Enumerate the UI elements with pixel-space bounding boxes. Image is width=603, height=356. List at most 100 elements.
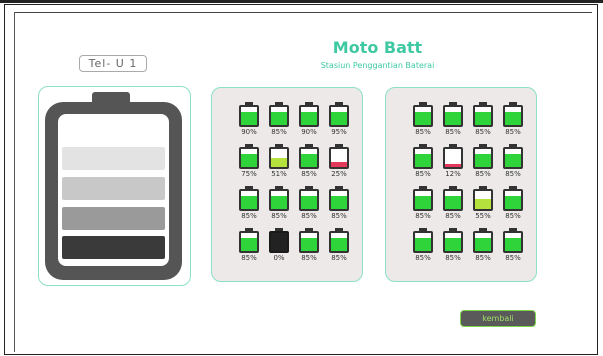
battery-fill (331, 196, 347, 209)
battery-icon (413, 147, 433, 169)
battery-fill (445, 238, 461, 251)
battery-slot[interactable]: 85% (324, 228, 354, 266)
battery-inner (505, 191, 521, 209)
battery-inner (475, 149, 491, 167)
battery-slot[interactable]: 85% (498, 102, 528, 140)
battery-inner (241, 191, 257, 209)
battery-icon (299, 231, 319, 253)
battery-fill (331, 238, 347, 251)
battery-inner (445, 233, 461, 251)
battery-inner (301, 233, 317, 251)
battery-inner (445, 191, 461, 209)
battery-inner (271, 149, 287, 167)
battery-inner (241, 107, 257, 125)
battery-inner (331, 149, 347, 167)
battery-icon (473, 147, 493, 169)
battery-icon (329, 105, 349, 127)
battery-icon (413, 189, 433, 211)
battery-inner (331, 191, 347, 209)
battery-fill (271, 112, 287, 125)
battery-icon (299, 189, 319, 211)
battery-slot[interactable]: 85% (324, 186, 354, 224)
battery-fill (505, 154, 521, 167)
battery-slot[interactable]: 25% (324, 144, 354, 182)
battery-slot[interactable]: 95% (324, 102, 354, 140)
battery-fill (415, 154, 431, 167)
battery-icon (413, 231, 433, 253)
battery-level-bar (62, 147, 165, 170)
battery-level-bar (62, 177, 165, 200)
battery-slot[interactable]: 85% (498, 228, 528, 266)
battery-icon (269, 231, 289, 253)
battery-fill (505, 196, 521, 209)
battery-fill (301, 196, 317, 209)
battery-icon (503, 189, 523, 211)
battery-percentage: 85% (505, 170, 521, 178)
battery-inner (445, 107, 461, 125)
battery-inner (475, 191, 491, 209)
battery-icon (413, 105, 433, 127)
battery-percentage: 25% (331, 170, 347, 178)
back-button[interactable]: kembali (460, 310, 536, 327)
left-divider (14, 12, 15, 352)
battery-inner (505, 149, 521, 167)
battery-fill (301, 238, 317, 251)
battery-fill (475, 154, 491, 167)
battery-icon (269, 105, 289, 127)
battery-icon (329, 189, 349, 211)
battery-inner (331, 107, 347, 125)
battery-fill (241, 238, 257, 251)
battery-percentage: 85% (505, 212, 521, 220)
battery-slot[interactable]: 85% (498, 186, 528, 224)
battery-fill (301, 112, 317, 125)
battery-percentage: 85% (331, 212, 347, 220)
battery-inner (301, 107, 317, 125)
battery-icon (443, 105, 463, 127)
battery-inner (331, 233, 347, 251)
battery-fill (301, 154, 317, 167)
battery-slots-panel-right: 85% 85% 85% 85% 85% 12% 85% 85% 85% 85% 55% 85% 85% 8… (385, 87, 537, 282)
battery-inner (271, 233, 287, 251)
battery-icon (443, 147, 463, 169)
battery-inner (271, 191, 287, 209)
battery-icon (239, 189, 259, 211)
battery-icon (443, 189, 463, 211)
battery-slot[interactable]: 85% (498, 144, 528, 182)
battery-icon (443, 231, 463, 253)
battery-fill (241, 196, 257, 209)
battery-percentage: 95% (331, 128, 347, 136)
battery-slots-panel-left: 90% 85% 90% 95% 75% 51% 85% 25% 85% 85% 85% 85% 85% 0… (211, 87, 363, 282)
page: { "header": { "device_label": "Tel- U 1"… (0, 0, 603, 356)
battery-inner (475, 233, 491, 251)
battery-fill (271, 158, 287, 167)
battery-fill (241, 112, 257, 125)
battery-fill (475, 112, 491, 125)
device-label: Tel- U 1 (79, 55, 147, 72)
app-title: Moto Batt (332, 38, 423, 57)
battery-fill (445, 112, 461, 125)
battery-fill (271, 196, 287, 209)
battery-fill (415, 238, 431, 251)
battery-icon (473, 231, 493, 253)
battery-fill (445, 164, 461, 167)
battery-fill (475, 199, 491, 209)
battery-inner (241, 233, 257, 251)
battery-icon (503, 231, 523, 253)
battery-inner (505, 107, 521, 125)
battery-fill (475, 238, 491, 251)
battery-inner (445, 149, 461, 167)
battery-inner (301, 191, 317, 209)
battery-fill (331, 162, 347, 167)
battery-inner (415, 191, 431, 209)
app-subtitle: Stasiun Penggantian Baterai (320, 61, 435, 70)
battery-icon (473, 105, 493, 127)
battery-icon (269, 189, 289, 211)
battery-percentage: 85% (505, 128, 521, 136)
battery-percentage: 85% (505, 254, 521, 262)
battery-fill (505, 112, 521, 125)
battery-level-bar (62, 207, 165, 230)
battery-fill (415, 196, 431, 209)
top-border (0, 0, 603, 3)
battery-fill (241, 154, 257, 167)
battery-inner (415, 149, 431, 167)
